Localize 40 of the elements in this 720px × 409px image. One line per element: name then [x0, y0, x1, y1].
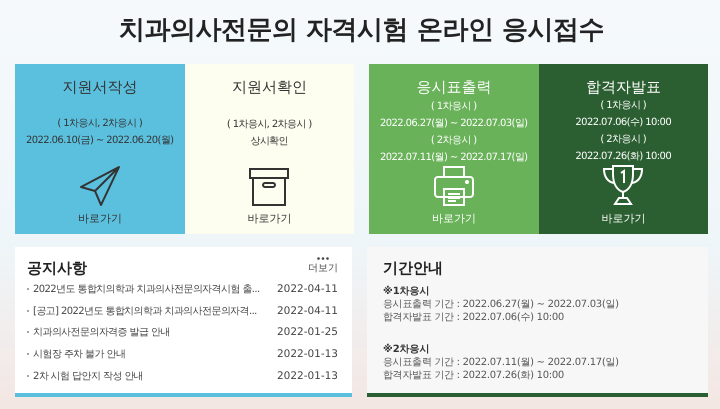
notice-link[interactable]: 2차 시험 답안지 작성 안내 — [33, 369, 144, 384]
panel-title: 공지사항 — [27, 259, 87, 278]
notice-link[interactable]: [공고] 2022년도 통합치의학과 치과의사전문의자격... — [33, 304, 257, 318]
card-title: 지원서작성 — [62, 78, 138, 97]
card-text: ( 1차응시 ) — [430, 100, 477, 112]
period-text: 응시표출력 기간 : 2022.07.11(월) ~ 2022.07.17(일) — [383, 356, 620, 369]
card-title: 응시표출력 — [416, 78, 492, 97]
panel-title: 기간안내 — [383, 259, 444, 278]
notice-link[interactable]: 치과의사전문의자격증 발급 안내 — [33, 325, 170, 340]
period-text: 응시표출력 기간 : 2022.06.27(월) ~ 2022.07.03(일) — [383, 298, 620, 311]
card-text: ( 1차응시, 2차응시 ) — [226, 118, 312, 130]
period-text: 합격자발표 기간 : 2022.07.26(화) 10:00 — [383, 369, 565, 382]
notice-link[interactable]: 2022년도 통합치의학과 치과의사전문의자격시험 출... — [33, 282, 260, 296]
card-text: 상시확인 — [250, 134, 288, 148]
notice-date: 2022-01-25 — [276, 326, 338, 338]
card-text: ( 1차응시, 2차응시 ) — [57, 116, 142, 130]
notice-date: 2022-01-13 — [276, 370, 338, 382]
notice-date: 2022-01-13 — [276, 348, 338, 360]
page-title: 치과의사전문의 자격시험 온라인 응시접수 — [118, 14, 605, 46]
card-text: 2022.06.27(월) ~ 2022.07.03(일) — [380, 116, 528, 130]
card-text: 2022.07.26(화) 10:00 — [575, 150, 672, 162]
card-title: 합격자발표 — [586, 78, 661, 97]
card-text: ( 2차응시 ) — [600, 132, 646, 146]
card-text: ( 1차응시 ) — [600, 98, 646, 112]
shortcut-link[interactable]: 바로가기 — [601, 211, 646, 226]
shortcut-link[interactable]: 바로가기 — [247, 211, 292, 226]
shortcut-link[interactable]: 바로가기 — [78, 211, 122, 226]
notice-date: 2022-04-11 — [276, 282, 338, 295]
more-label: 더보기 — [308, 262, 338, 275]
section-heading: ※2차응시 — [383, 342, 431, 356]
notice-date: 2022-04-11 — [276, 304, 338, 317]
card-title: 지원서확인 — [232, 78, 307, 97]
period-text: 합격자발표 기간 : 2022.07.06(수) 10:00 — [383, 311, 565, 324]
card-text: 2022.07.06(수) 10:00 — [575, 116, 672, 128]
card-text: ( 2차응시 ) — [430, 134, 477, 146]
card-text: 2022.06.10(금) ~ 2022.06.20(월) — [26, 134, 174, 146]
card-text: 2022.07.11(월) ~ 2022.07.17(일) — [380, 150, 528, 164]
notice-link[interactable]: 시험장 주차 불가 안내 — [33, 347, 126, 362]
section-heading: ※1차응시 — [383, 284, 431, 298]
more-link[interactable]: 더보기 — [308, 257, 338, 275]
